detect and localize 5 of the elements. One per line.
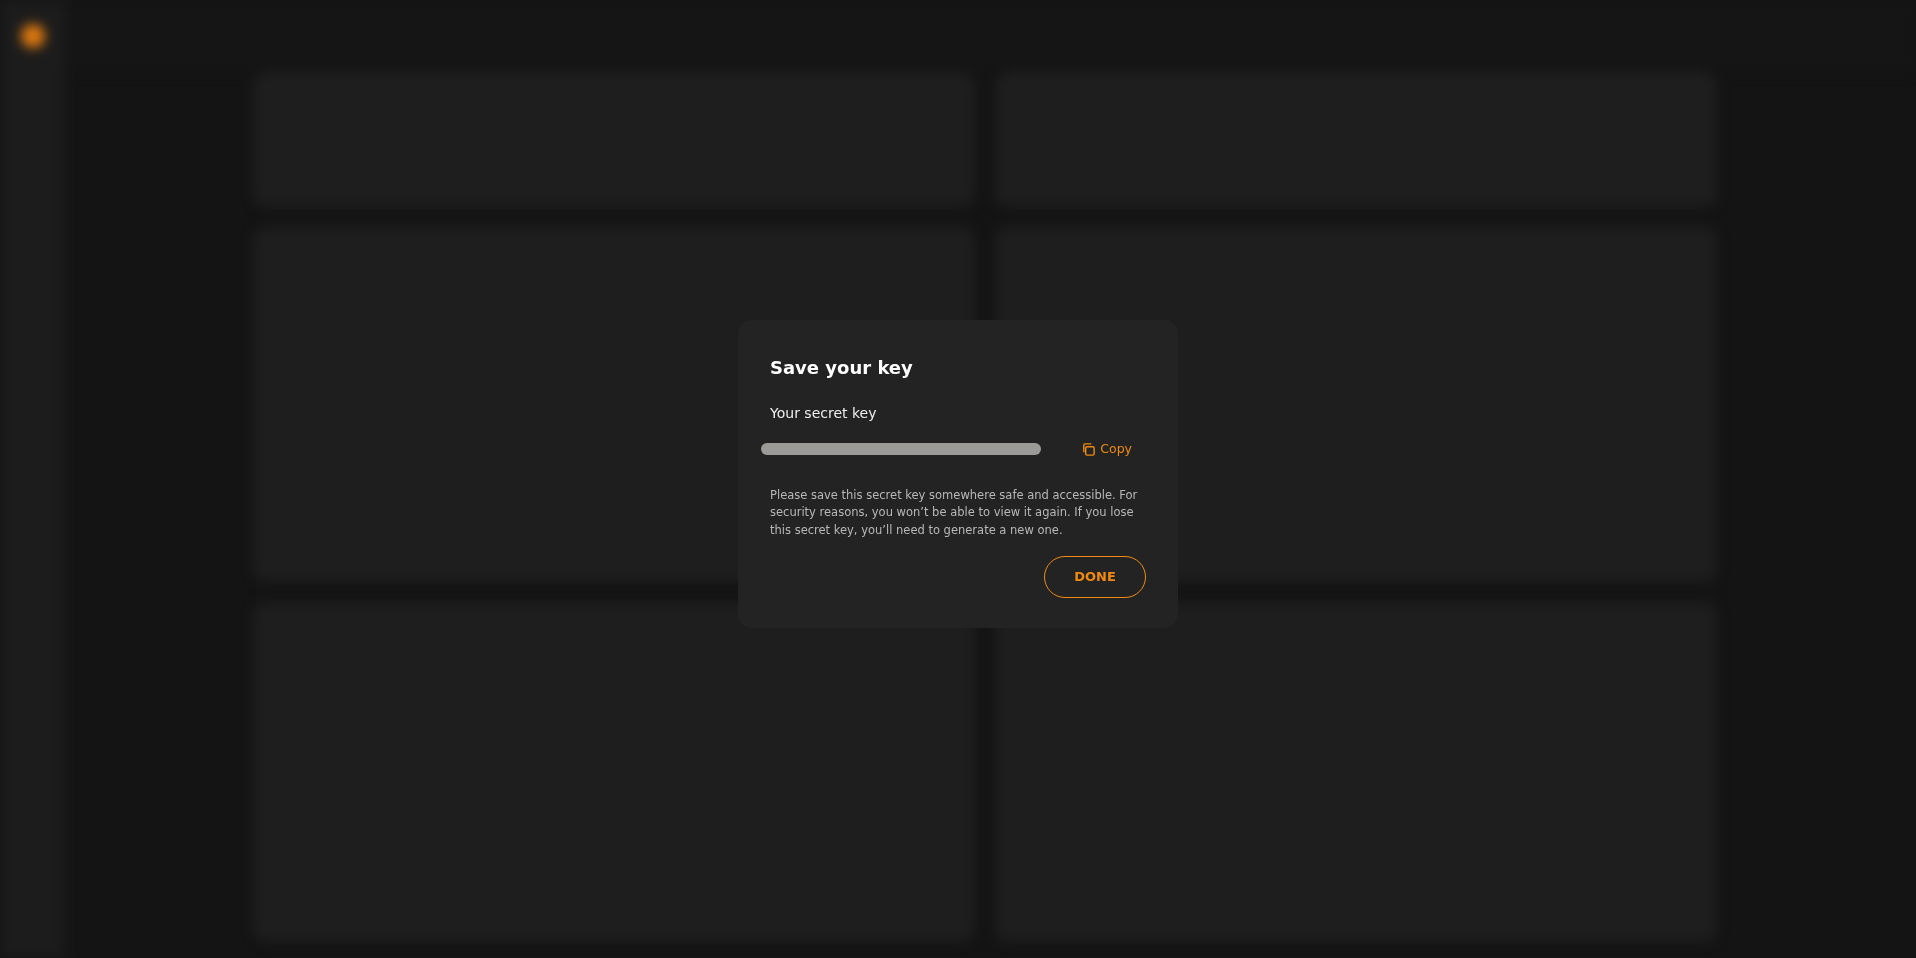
copy-icon [1081,441,1097,457]
dialog-title: Save your key [770,355,914,380]
copy-button[interactable]: Copy [1081,439,1132,459]
field-label: Your secret key [770,403,878,423]
dialog-message: Please save this secret key somewhere safe and accessible. For security reasons, you won’t be able to view it again. If you lose this secret key, you’ll need to generate a new one. [770,486,1139,540]
